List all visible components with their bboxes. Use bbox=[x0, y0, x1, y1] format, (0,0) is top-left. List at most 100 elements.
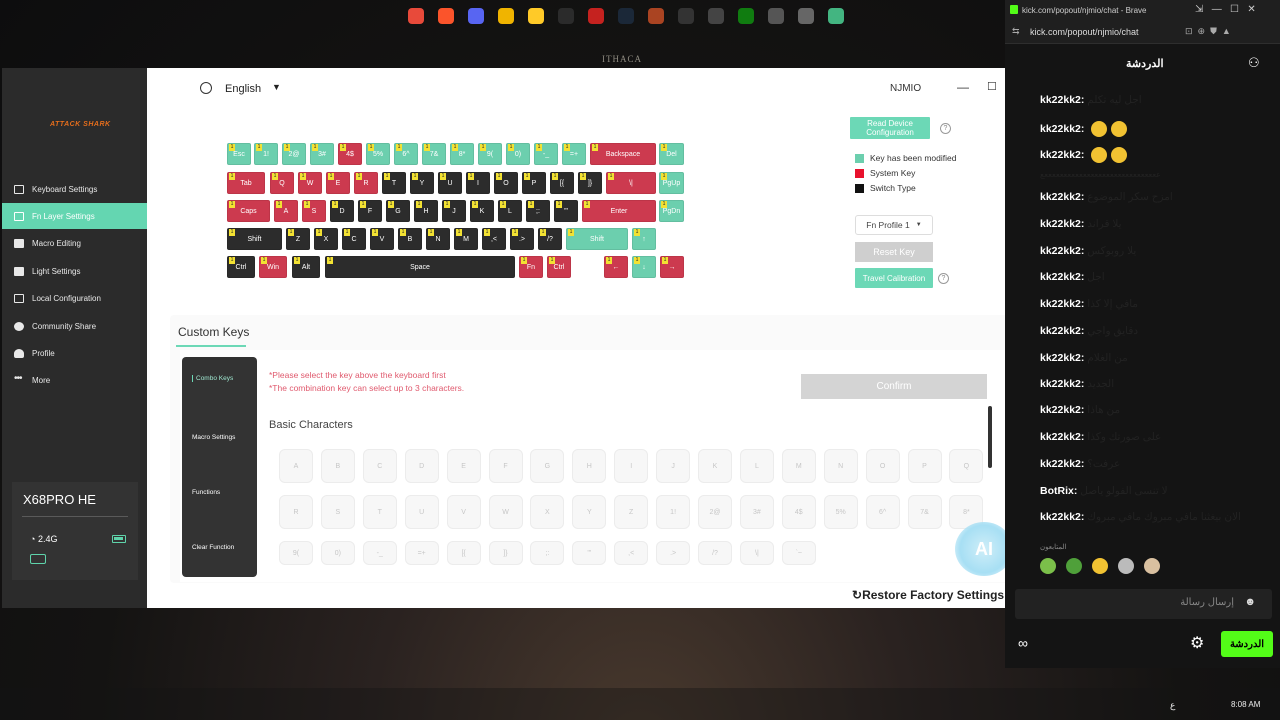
character-key[interactable]: W bbox=[488, 495, 523, 529]
chat-username[interactable]: kk22kk2: bbox=[1040, 245, 1087, 257]
emote-icon[interactable] bbox=[1092, 558, 1108, 574]
key-n[interactable]: 1N bbox=[426, 228, 450, 250]
chat-input[interactable]: إرسال رسالة ☻ bbox=[1015, 589, 1272, 619]
character-key[interactable]: I bbox=[614, 449, 649, 483]
key-s[interactable]: 1S bbox=[302, 200, 326, 222]
key-t[interactable]: 1T bbox=[382, 172, 406, 194]
chat-username[interactable]: kk22kk2: bbox=[1040, 218, 1087, 230]
character-key[interactable]: S bbox=[320, 495, 355, 529]
chat-username[interactable]: kk22kk2: bbox=[1040, 378, 1087, 390]
key-q[interactable]: 1Q bbox=[270, 172, 294, 194]
character-key[interactable]: Q bbox=[949, 449, 984, 483]
character-key[interactable]: T bbox=[362, 495, 397, 529]
key-0[interactable]: 1 0) bbox=[506, 143, 530, 165]
sidebar-item-keyboard-settings[interactable]: Keyboard Settings bbox=[2, 176, 147, 202]
window-controls[interactable]: ⇲ — ☐ ✕ bbox=[1195, 4, 1256, 15]
taskbar-app-icon[interactable] bbox=[438, 8, 454, 24]
key-2[interactable]: 1 2@ bbox=[282, 143, 306, 165]
character-key[interactable]: J bbox=[656, 449, 691, 483]
taskbar-app-icon[interactable] bbox=[738, 8, 754, 24]
key-6[interactable]: 1 6^ bbox=[394, 143, 418, 165]
site-info-icon[interactable]: ⇆ bbox=[1012, 26, 1020, 37]
infinity-icon[interactable]: ∞ bbox=[1018, 635, 1028, 651]
clock[interactable]: 8:08 AM bbox=[1231, 700, 1260, 709]
tab-functions[interactable]: Functions bbox=[192, 489, 220, 496]
chat-username[interactable]: kk22kk2: bbox=[1040, 149, 1087, 161]
key-shift[interactable]: 1 Shift bbox=[227, 228, 282, 250]
reset-key-button[interactable]: Reset Key bbox=[855, 242, 933, 262]
key-[interactable]: 1 =+ bbox=[562, 143, 586, 165]
tab-clear-function[interactable]: Clear Function bbox=[192, 544, 234, 551]
key-del[interactable]: 1 Del bbox=[659, 143, 684, 165]
key-j[interactable]: 1J bbox=[442, 200, 466, 222]
character-key[interactable]: E bbox=[446, 449, 481, 483]
taskbar-app-icon[interactable] bbox=[648, 8, 664, 24]
chat-username[interactable]: kk22kk2: bbox=[1040, 298, 1087, 310]
key-pgup[interactable]: 1 PgUp bbox=[659, 172, 684, 194]
key-[interactable]: 1 -_ bbox=[534, 143, 558, 165]
key-z[interactable]: 1Z bbox=[286, 228, 310, 250]
character-key[interactable]: 4$ bbox=[781, 495, 816, 529]
chat-username[interactable]: kk22kk2: bbox=[1040, 191, 1087, 203]
key-[interactable]: 1 ↓ bbox=[632, 256, 656, 278]
character-key[interactable]: Z bbox=[614, 495, 649, 529]
character-key[interactable]: K bbox=[698, 449, 732, 483]
tab-combo-keys[interactable]: Combo Keys bbox=[192, 375, 233, 382]
character-key[interactable]: 9( bbox=[279, 541, 313, 565]
character-key[interactable]: N bbox=[823, 449, 858, 483]
taskbar-app-icon[interactable] bbox=[618, 8, 634, 24]
sidebar-item-fn-layer-settings[interactable]: Fn Layer Settings bbox=[2, 203, 147, 229]
chat-username[interactable]: kk22kk2: bbox=[1040, 325, 1087, 337]
key-f[interactable]: 1F bbox=[358, 200, 382, 222]
key-a[interactable]: 1A bbox=[274, 200, 298, 222]
key-b[interactable]: 1B bbox=[398, 228, 422, 250]
restore-factory-button[interactable]: ↻Restore Factory Settings bbox=[852, 588, 1004, 602]
key-alt[interactable]: 1 Alt bbox=[292, 256, 320, 278]
confirm-button[interactable]: Confirm bbox=[801, 374, 987, 399]
taskbar-app-icon[interactable] bbox=[408, 8, 424, 24]
travel-calibration-button[interactable]: Travel Calibration bbox=[855, 268, 933, 288]
key-e[interactable]: 1E bbox=[326, 172, 350, 194]
character-key[interactable]: /? bbox=[698, 541, 732, 565]
character-key[interactable]: Y bbox=[572, 495, 607, 529]
key-caps[interactable]: 1 Caps bbox=[227, 200, 270, 222]
character-key[interactable]: P bbox=[907, 449, 942, 483]
key-w[interactable]: 1W bbox=[298, 172, 322, 194]
key-g[interactable]: 1G bbox=[386, 200, 410, 222]
tab-macro-settings[interactable]: Macro Settings bbox=[192, 434, 235, 441]
character-key[interactable]: M bbox=[781, 449, 816, 483]
taskbar-app-icon[interactable] bbox=[498, 8, 514, 24]
emoji-icon[interactable]: ☻ bbox=[1244, 596, 1256, 608]
sidebar-item-more[interactable]: ••• More bbox=[2, 367, 147, 393]
key-l[interactable]: 1L bbox=[498, 200, 522, 222]
taskbar-app-icon[interactable] bbox=[678, 8, 694, 24]
sidebar-item-local-configuration[interactable]: Local Configuration bbox=[2, 285, 147, 311]
input-language[interactable]: ع bbox=[1170, 700, 1175, 711]
key-esc[interactable]: 1 Esc bbox=[227, 143, 251, 165]
character-key[interactable]: ,< bbox=[614, 541, 649, 565]
key-o[interactable]: 1O bbox=[494, 172, 518, 194]
character-key[interactable]: B bbox=[320, 449, 355, 483]
emote-icon[interactable] bbox=[1040, 558, 1056, 574]
key-p[interactable]: 1P bbox=[522, 172, 546, 194]
key-tab[interactable]: 1 Tab bbox=[227, 172, 265, 194]
key-[interactable]: 1 '" bbox=[554, 200, 578, 222]
key-r[interactable]: 1R bbox=[354, 172, 378, 194]
key-1[interactable]: 1 1! bbox=[254, 143, 278, 165]
key-v[interactable]: 1V bbox=[370, 228, 394, 250]
character-key[interactable]: 7& bbox=[907, 495, 942, 529]
taskbar-app-icon[interactable] bbox=[798, 8, 814, 24]
sidebar-item-community-share[interactable]: Community Share bbox=[2, 313, 147, 339]
read-device-config-button[interactable]: Read Device Configuration bbox=[850, 117, 930, 139]
taskbar-app-icon[interactable] bbox=[768, 8, 784, 24]
key-pgdn[interactable]: 1 PgDn bbox=[659, 200, 684, 222]
character-key[interactable]: 3# bbox=[739, 495, 774, 529]
character-key[interactable]: -_ bbox=[362, 541, 397, 565]
minimize-icon[interactable]: — bbox=[957, 80, 969, 94]
taskbar-app-icon[interactable] bbox=[828, 8, 844, 24]
key-u[interactable]: 1U bbox=[438, 172, 462, 194]
chat-username[interactable]: kk22kk2: bbox=[1040, 271, 1087, 283]
chat-username[interactable]: kk22kk2: bbox=[1040, 431, 1087, 443]
key-[interactable]: 1/? bbox=[538, 228, 562, 250]
character-key[interactable]: \| bbox=[739, 541, 774, 565]
